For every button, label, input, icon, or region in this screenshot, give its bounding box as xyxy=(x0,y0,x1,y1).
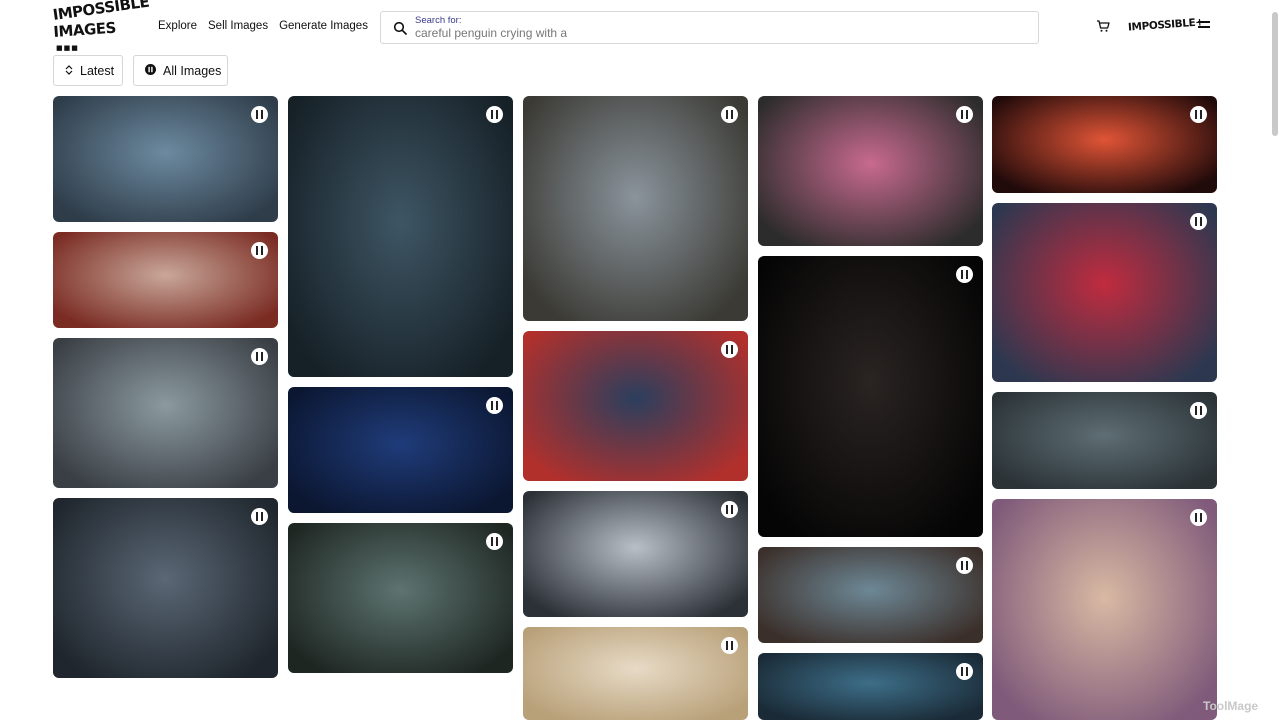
tile-sky-lanterns[interactable] xyxy=(288,387,513,513)
tile-cave-light[interactable] xyxy=(523,491,748,617)
tile-sunset-birds[interactable] xyxy=(992,96,1217,193)
nav-generate-images[interactable]: Generate Images xyxy=(279,20,368,32)
pause-circle-icon xyxy=(145,63,156,78)
pause-icon[interactable] xyxy=(956,557,973,574)
tile-red-hill-figures[interactable] xyxy=(992,203,1217,382)
pause-icon[interactable] xyxy=(1190,106,1207,123)
pause-icon[interactable] xyxy=(721,637,738,654)
tile-old-man-radio[interactable] xyxy=(288,523,513,673)
logo-dots: ■■■ xyxy=(56,44,79,52)
tile-jellyfish-head[interactable] xyxy=(992,392,1217,489)
tile-glowing-skeleton[interactable] xyxy=(53,498,278,678)
pause-icon[interactable] xyxy=(721,341,738,358)
sort-icon xyxy=(65,64,73,78)
tile-man-rain[interactable] xyxy=(758,653,983,720)
pause-icon[interactable] xyxy=(486,533,503,550)
pause-icon[interactable] xyxy=(956,663,973,680)
pause-icon[interactable] xyxy=(251,242,268,259)
pause-icon[interactable] xyxy=(1190,213,1207,230)
tile-burning-fish-creature[interactable] xyxy=(53,96,278,222)
top-header: IMPOSSIBLE IMAGES ■■■ Explore Sell Image… xyxy=(0,0,1280,52)
pause-icon[interactable] xyxy=(251,508,268,525)
pause-icon[interactable] xyxy=(956,106,973,123)
tile-otters-tea[interactable] xyxy=(53,338,278,488)
scrollbar[interactable] xyxy=(1272,12,1278,136)
pause-icon[interactable] xyxy=(251,348,268,365)
impossible-plus-link[interactable]: IMPOSSIBLE+ xyxy=(1128,16,1204,33)
tile-dried-flowers[interactable] xyxy=(523,627,748,720)
tile-people-ponchos[interactable] xyxy=(523,96,748,321)
tile-walrus-tuxedo[interactable] xyxy=(288,96,513,377)
pause-icon[interactable] xyxy=(956,266,973,283)
pause-icon[interactable] xyxy=(1190,402,1207,419)
latest-button[interactable]: Latest xyxy=(53,55,123,86)
nav-explore[interactable]: Explore xyxy=(158,20,197,32)
tile-felt-birds[interactable] xyxy=(992,499,1217,720)
tile-white-goats[interactable] xyxy=(53,232,278,328)
pause-icon[interactable] xyxy=(721,501,738,518)
search-box[interactable]: Search for: xyxy=(380,11,1039,44)
all-images-button[interactable]: All Images xyxy=(133,55,228,86)
menu-icon[interactable] xyxy=(1198,21,1210,33)
tile-coral-bloom[interactable] xyxy=(758,547,983,643)
tile-weaver-blue-hair[interactable] xyxy=(523,331,748,481)
search-input[interactable] xyxy=(415,26,1015,40)
impossible-images-logo[interactable]: IMPOSSIBLE IMAGES ■■■ xyxy=(52,0,151,52)
cart-icon[interactable] xyxy=(1096,19,1110,33)
search-icon xyxy=(393,21,407,35)
tile-axolotl[interactable] xyxy=(758,256,983,537)
main-nav: Explore Sell Images Generate Images xyxy=(158,20,379,32)
pause-icon[interactable] xyxy=(486,106,503,123)
tile-pink-headwraps[interactable] xyxy=(758,96,983,246)
search-label: Search for: xyxy=(415,15,462,26)
watermark: ToolMage xyxy=(1203,699,1259,713)
pause-icon[interactable] xyxy=(1190,509,1207,526)
pause-icon[interactable] xyxy=(721,106,738,123)
nav-sell-images[interactable]: Sell Images xyxy=(208,20,268,32)
pause-icon[interactable] xyxy=(251,106,268,123)
pause-icon[interactable] xyxy=(486,397,503,414)
